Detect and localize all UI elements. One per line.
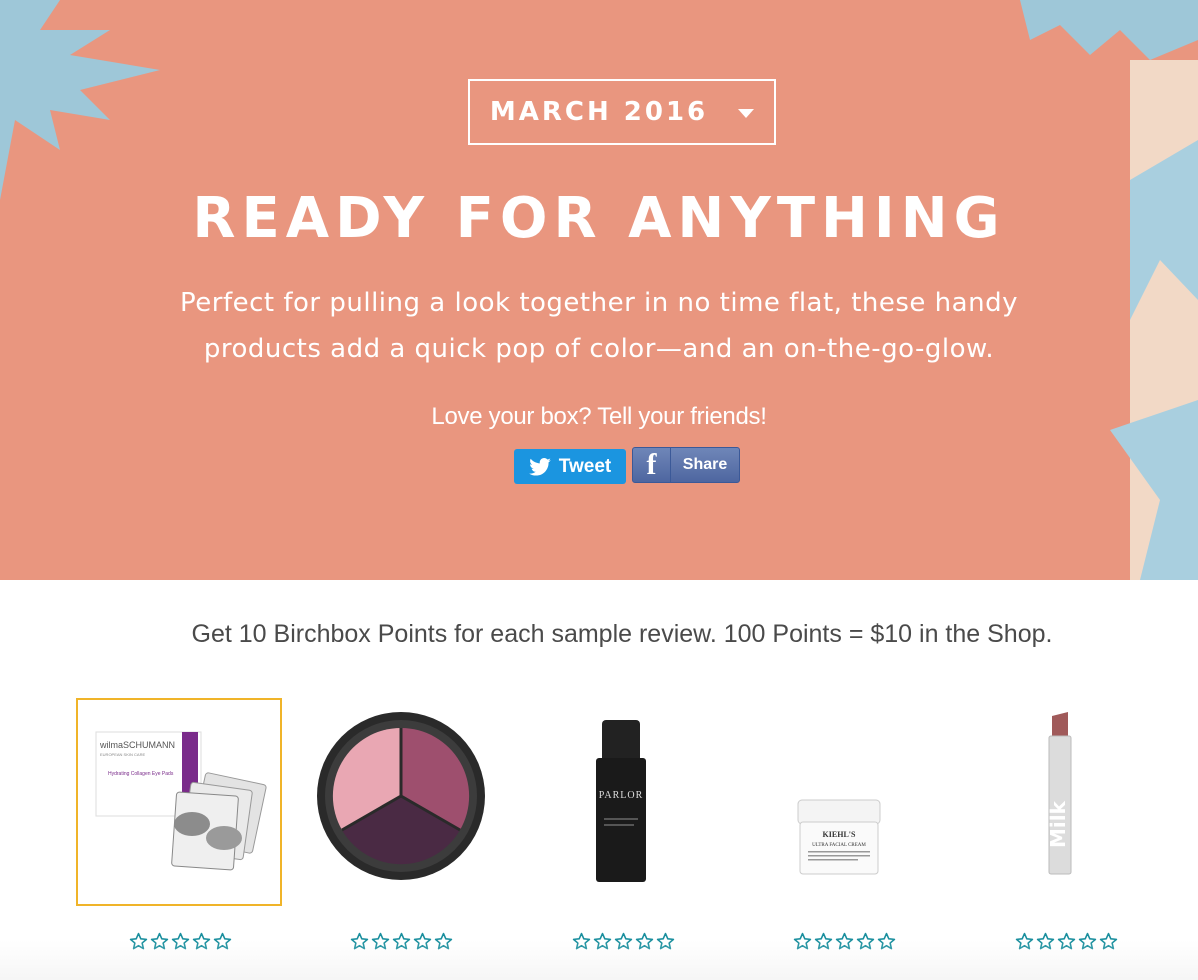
box-description-line-2: products add a quick pop of color—and an… bbox=[203, 334, 995, 364]
kiehls-brand: KIEHL'S bbox=[823, 830, 856, 839]
facebook-icon: f bbox=[633, 448, 671, 482]
hero-banner: MARCH 2016 READY FOR ANYTHING Perfect fo… bbox=[0, 0, 1198, 580]
product-card-eyeshadow[interactable] bbox=[298, 698, 504, 906]
box-description-line-1: Perfect for pulling a look together in n… bbox=[180, 288, 1018, 318]
tweet-label: Tweet bbox=[558, 455, 612, 477]
eye-pads-brand: wilmaSCHUMANN bbox=[99, 740, 175, 750]
eye-pads-name: Hydrating Collagen Eye Pads bbox=[108, 771, 174, 777]
facebook-share-button[interactable]: f Share bbox=[632, 447, 740, 483]
starburst-top-right bbox=[1020, 0, 1198, 60]
eye-pads-image: wilmaSCHUMANN EUROPEAN SKIN CARE Hydrati… bbox=[95, 731, 267, 871]
starburst-top-left bbox=[0, 0, 160, 200]
eye-pads-brand-sub: EUROPEAN SKIN CARE bbox=[100, 752, 145, 757]
parlor-bottle-image: PARLOR bbox=[596, 720, 646, 882]
twitter-bird-icon bbox=[528, 457, 551, 476]
month-dropdown[interactable]: MARCH 2016 bbox=[468, 79, 776, 145]
milk-brand: Milk bbox=[1046, 800, 1070, 848]
kiehls-jar-image: KIEHL'S ULTRA FACIAL CREAM bbox=[797, 799, 881, 875]
product-card-parlor[interactable]: PARLOR bbox=[520, 698, 726, 906]
month-label: MARCH 2016 bbox=[489, 97, 709, 127]
box-title: READY FOR ANYTHING bbox=[192, 186, 1006, 251]
gift-box bbox=[1110, 60, 1198, 580]
share-prompt: Love your box? Tell your friends! bbox=[431, 403, 767, 430]
product-card-eye-pads[interactable]: wilmaSCHUMANN EUROPEAN SKIN CARE Hydrati… bbox=[76, 698, 282, 906]
parlor-brand: PARLOR bbox=[599, 790, 644, 801]
product-card-milk[interactable]: Milk bbox=[964, 698, 1170, 906]
kiehls-name: ULTRA FACIAL CREAM bbox=[812, 843, 866, 848]
tweet-button[interactable]: Tweet bbox=[514, 449, 626, 484]
box-description: Perfect for pulling a look together in n… bbox=[140, 280, 1058, 372]
points-message: Get 10 Birchbox Points for each sample r… bbox=[191, 620, 1053, 648]
product-card-kiehls[interactable]: KIEHL'S ULTRA FACIAL CREAM bbox=[742, 698, 948, 906]
share-label: Share bbox=[682, 456, 728, 473]
milk-stick-image: Milk bbox=[1046, 712, 1072, 875]
bottom-fade bbox=[0, 940, 1198, 980]
eyeshadow-trio-image bbox=[317, 712, 485, 880]
chevron-down-icon bbox=[738, 109, 755, 118]
